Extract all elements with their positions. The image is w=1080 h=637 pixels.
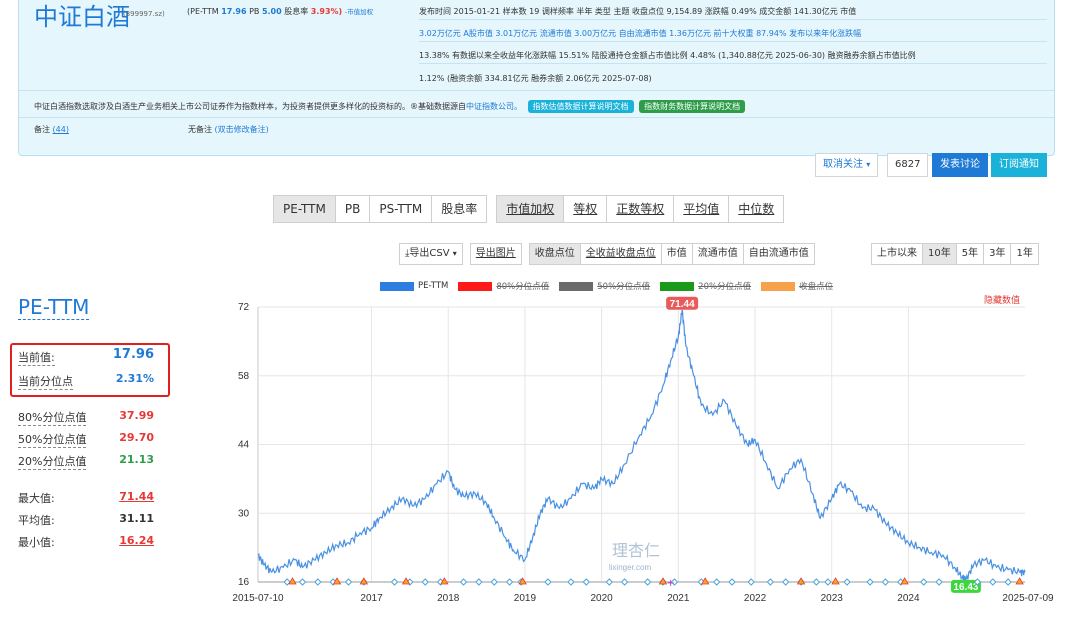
y-tick-label: 16: [238, 577, 250, 588]
event-marker-triangle: [831, 577, 840, 585]
event-marker-triangle: [288, 577, 297, 585]
event-marker-diamond: [989, 578, 997, 586]
event-marker-diamond: [643, 578, 652, 586]
x-tick-label: 2018: [437, 593, 460, 604]
pe-chart[interactable]: 16 30 44 58 72 2015-07-10 2017 2018 2019 2020 2021…: [0, 0, 1080, 637]
event-marker-triangle: [1015, 577, 1024, 585]
y-tick-label: 58: [238, 371, 250, 382]
y-tick-label: 44: [238, 440, 250, 451]
event-marker-diamond: [567, 578, 575, 586]
event-marker-diamond: [1004, 578, 1012, 586]
event-marker-diamond: [920, 578, 928, 586]
x-tick-label: 2020: [590, 593, 613, 604]
event-marker-diamond: [843, 578, 851, 586]
event-marker-diamond: [490, 578, 498, 586]
event-marker-diamond: [712, 578, 721, 586]
event-marker-diamond: [544, 578, 552, 586]
event-marker-diamond: [620, 578, 629, 586]
x-tick-label: 2017: [360, 593, 383, 604]
x-tick-label: 2021: [667, 593, 690, 604]
event-marker-diamond: [824, 578, 832, 586]
event-marker-diamond: [390, 578, 399, 586]
event-marker-diamond: [344, 578, 353, 586]
event-marker-diamond: [766, 578, 775, 586]
event-marker-diamond: [505, 578, 514, 586]
event-marker-diamond: [812, 578, 821, 586]
event-marker-diamond: [314, 578, 322, 586]
event-marker-diamond: [881, 578, 890, 586]
event-marker-plus: +: [666, 578, 674, 589]
x-tick-label: 2025-07-09: [1002, 593, 1054, 604]
y-tick-label: 30: [238, 508, 250, 519]
watermark-logo: 理杏仁: [612, 541, 660, 560]
event-marker-diamond: [475, 578, 483, 586]
event-marker-diamond: [747, 578, 755, 586]
x-tick-label: 2024: [897, 593, 920, 604]
y-tick-label: 72: [238, 302, 250, 313]
min-point-label: 16.43: [953, 582, 978, 593]
x-tick-label: 2022: [744, 593, 767, 604]
event-marker-diamond: [421, 578, 429, 586]
max-point-label: 71.44: [670, 299, 695, 310]
event-marker-diamond: [582, 578, 590, 586]
x-tick-label: 2023: [821, 593, 844, 604]
watermark-url: lixinger.com: [609, 563, 652, 572]
x-tick-label: 2019: [514, 593, 537, 604]
event-marker-diamond: [728, 578, 736, 586]
event-marker-diamond: [935, 578, 943, 586]
event-marker-diamond: [459, 578, 468, 586]
event-marker-diamond: [866, 578, 874, 586]
event-marker-diamond: [605, 578, 613, 586]
event-marker-diamond: [781, 578, 790, 586]
event-marker-diamond: [298, 578, 307, 586]
x-tick-label: 2015-07-10: [232, 593, 284, 604]
